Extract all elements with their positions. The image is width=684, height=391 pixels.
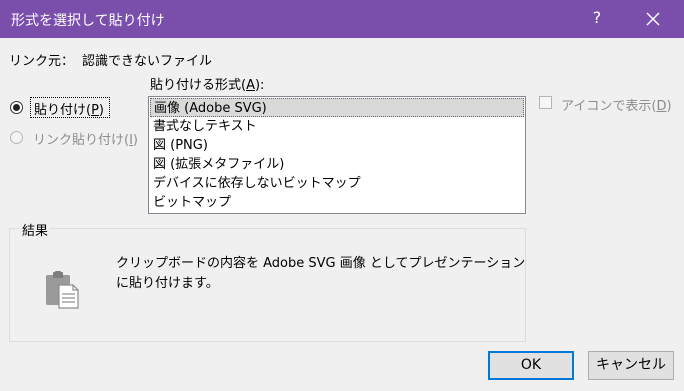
paste-link-radio[interactable] [10, 131, 23, 144]
display-as-icon-label[interactable]: アイコンで表示(D) [561, 95, 672, 114]
format-item-bitmap[interactable]: ビットマップ [150, 193, 524, 212]
formats-label: 貼り付ける形式(A): [150, 78, 265, 93]
result-text-line2: に貼り付けます。 [116, 276, 219, 291]
source-value: 認識できないファイル [82, 54, 213, 69]
paste-special-dialog: 形式を選択して貼り付け ? リンク元： 認識できないファイル 貼り付ける形式(A… [0, 0, 684, 391]
source-label: リンク元： [9, 54, 75, 69]
result-text-line1: クリップボードの内容を Adobe SVG 画像 としてプレゼンテーション [116, 256, 526, 271]
dialog-title: 形式を選択して貼り付け [11, 13, 165, 29]
display-as-icon-checkbox[interactable] [539, 96, 552, 109]
paste-link-radio-label[interactable]: リンク貼り付け(I) [33, 129, 138, 148]
format-item-emf[interactable]: 図 (拡張メタファイル) [150, 155, 524, 174]
format-item-png[interactable]: 図 (PNG) [150, 136, 524, 155]
result-title: 結果 [20, 220, 51, 239]
help-button[interactable]: ? [588, 8, 606, 27]
close-icon [646, 12, 660, 26]
close-button[interactable] [639, 6, 667, 32]
paste-radio-label[interactable]: 貼り付け(P) [34, 99, 104, 118]
title-bar: 形式を選択して貼り付け ? [0, 0, 684, 38]
clipboard-paste-icon [44, 270, 82, 310]
ok-button[interactable]: OK [488, 351, 574, 380]
result-group [9, 228, 526, 342]
format-item-adobe-svg[interactable]: 画像 (Adobe SVG) [150, 98, 524, 117]
cancel-button[interactable]: キャンセル [588, 351, 674, 380]
format-item-plain-text[interactable]: 書式なしテキスト [150, 117, 524, 136]
format-listbox[interactable]: 画像 (Adobe SVG) 書式なしテキスト 図 (PNG) 図 (拡張メタフ… [148, 96, 526, 214]
format-item-dib[interactable]: デバイスに依存しないビットマップ [150, 174, 524, 193]
paste-radio[interactable] [10, 101, 23, 114]
